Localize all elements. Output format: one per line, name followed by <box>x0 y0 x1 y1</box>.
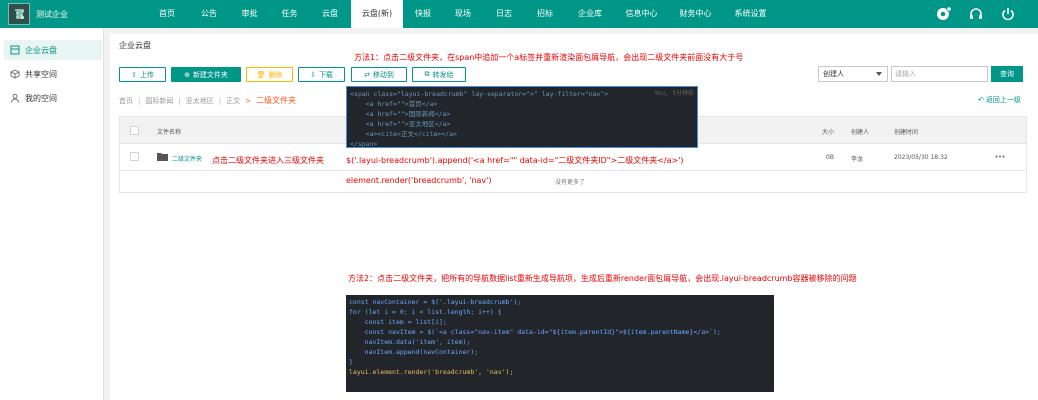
caret-down-icon <box>876 72 882 76</box>
top-navbar: 测试企业 首页 公告 审批 任务 云盘 云盘(新) 快报 现场 日志 招标 企业… <box>0 0 1038 28</box>
select-all-checkbox[interactable] <box>130 126 139 135</box>
breadcrumb-separator: | <box>138 96 141 105</box>
folder-icon <box>157 153 168 161</box>
more-options-icon[interactable] <box>995 155 1005 158</box>
breadcrumb-separator: > <box>245 96 251 105</box>
brand-logo-icon <box>8 3 30 25</box>
code-snippet-html: You, 5分钟前 <span class="layui-breadcrumb"… <box>346 86 698 148</box>
code-snippet-js: const navContainer = $('.layui-breadcrum… <box>346 295 774 392</box>
code-line: } <box>349 358 353 366</box>
sidebar: 企业云盘 共享空间 我的空间 <box>0 28 104 400</box>
method1-annotation: 方法1：点击二级文件夹，在span中追加一个a标签并重新渲染面包屑导航，会出现二… <box>354 53 744 62</box>
nav-item-log[interactable]: 日志 <box>483 0 525 28</box>
table-footer: 没有更多了 <box>119 171 1027 193</box>
back-up-link[interactable]: ↶ 返回上一级 <box>978 95 1021 105</box>
nav-item-notice[interactable]: 公告 <box>189 0 229 28</box>
nav-item-company-lib[interactable]: 企业库 <box>565 0 615 28</box>
upload-button[interactable]: ⇧ 上传 <box>119 67 166 82</box>
file-creator: 李龙 <box>851 156 864 163</box>
code-line: navItem.append(navContainer); <box>349 348 479 356</box>
sidebar-item-label: 企业云盘 <box>25 45 57 55</box>
page-title: 企业云盘 <box>119 41 151 50</box>
transfer-to-button[interactable]: ⧉ 转发给 <box>412 67 466 82</box>
trash-icon: 🗑 <box>256 71 266 79</box>
share-box-icon: ⧉ <box>424 70 430 78</box>
search-input[interactable] <box>891 66 988 82</box>
brand: 测试企业 <box>8 3 68 25</box>
power-icon[interactable] <box>998 4 1018 24</box>
header-created-time: 创建时间 <box>894 129 919 136</box>
main-nav: 首页 公告 审批 任务 云盘 云盘(新) 快报 现场 日志 招标 企业库 信息中… <box>145 0 778 28</box>
code-line: <a href="">首页</a> <box>350 100 438 108</box>
sidebar-item-label: 我的空间 <box>25 93 57 103</box>
brand-title: 测试企业 <box>36 9 68 19</box>
nav-item-task[interactable]: 任务 <box>270 0 309 28</box>
nav-item-express[interactable]: 快报 <box>403 0 443 28</box>
nav-item-info-center[interactable]: 信息中心 <box>615 0 668 28</box>
nav-item-system-settings[interactable]: 系统设置 <box>723 0 778 28</box>
cloud-drive-icon <box>10 45 20 55</box>
code-line: const item = list[i]; <box>349 318 447 326</box>
no-more-text: 没有更多了 <box>555 179 586 186</box>
method2-annotation: 方法2：点击二级文件夹，把所有的导航数据list重新生成导航项，生成后重新ren… <box>348 274 857 283</box>
creator-filter-select[interactable]: 创建人 <box>818 66 888 82</box>
new-folder-button[interactable]: ⊕ 新建文件夹 <box>171 67 241 82</box>
download-icon: ⇩ <box>310 71 316 79</box>
code-line: const navContainer = $('.layui-breadcrum… <box>349 298 522 306</box>
click-hint-annotation: 点击二级文件夹进入三级文件夹 <box>212 156 324 165</box>
gear-badge-icon[interactable] <box>934 4 954 24</box>
file-name[interactable]: 二级文件夹 <box>172 154 202 163</box>
code-line: navItem.data('item', item); <box>349 338 471 346</box>
code-line: <a><cite>正文</cite></a> <box>350 130 457 138</box>
code-line: </span> <box>350 140 378 148</box>
header-creator: 创建人 <box>851 129 870 136</box>
breadcrumb-item-current: 二级文件夹 <box>255 96 296 105</box>
code-line: for (let i = 0; i < list.length; i++) { <box>349 308 502 316</box>
sidebar-item-shared-space[interactable]: 共享空间 <box>4 64 102 84</box>
code-line: const navItem = $(`<a class="nav-item" d… <box>349 328 721 336</box>
nav-item-cloud[interactable]: 云盘 <box>309 0 351 28</box>
append-code-annotation: $('.layui-breadcrumb').append('<a href="… <box>346 156 684 165</box>
nav-item-cloud-new[interactable]: 云盘(新) <box>351 0 403 28</box>
headset-icon[interactable] <box>966 4 986 24</box>
file-created-time: 2023/05/30 18:32 <box>894 154 948 161</box>
breadcrumb: 首页 | 国际新闻 | 亚太地区 | 正文 > 二级文件夹 <box>119 95 296 106</box>
code-author-hint: You, 5分钟前 <box>654 90 694 97</box>
nav-item-site[interactable]: 现场 <box>443 0 483 28</box>
plus-circle-icon: ⊕ <box>184 71 190 79</box>
nav-item-bid[interactable]: 招标 <box>525 0 565 28</box>
sidebar-item-my-space[interactable]: 我的空间 <box>4 88 102 108</box>
file-size: 0B <box>826 154 834 161</box>
query-button[interactable]: 查询 <box>991 66 1023 82</box>
top-icon-group <box>934 4 1018 24</box>
nav-item-approval[interactable]: 审批 <box>229 0 270 28</box>
breadcrumb-item-intl-news[interactable]: 国际新闻 <box>145 96 173 106</box>
breadcrumb-item-body[interactable]: 正文 <box>226 96 240 106</box>
row-checkbox[interactable] <box>130 152 139 161</box>
delete-button[interactable]: 🗑 删除 <box>246 67 293 82</box>
code-line: <span class="layui-breadcrumb" lay-separ… <box>350 90 609 98</box>
render-code-annotation: element.render('breadcrumb', 'nav') <box>346 176 492 185</box>
nav-item-finance-center[interactable]: 财务中心 <box>668 0 723 28</box>
upload-icon: ⇧ <box>131 71 137 79</box>
breadcrumb-item-asia-pacific[interactable]: 亚太地区 <box>186 96 214 106</box>
breadcrumb-item-home[interactable]: 首页 <box>119 96 133 106</box>
header-file-name: 文件名称 <box>157 129 182 136</box>
header-size: 大小 <box>822 129 835 136</box>
undo-arrow-icon: ↶ <box>978 96 984 104</box>
move-to-button[interactable]: ⇄ 移动到 <box>351 67 407 82</box>
code-line: <a href="">亚太地区</a> <box>350 120 451 128</box>
breadcrumb-separator: | <box>178 96 181 105</box>
sidebar-item-enterprise-cloud[interactable]: 企业云盘 <box>4 40 102 60</box>
move-arrows-icon: ⇄ <box>364 71 370 79</box>
user-icon <box>10 93 20 103</box>
code-line: <a href="">国际新闻</a> <box>350 110 451 118</box>
nav-item-home[interactable]: 首页 <box>145 0 189 28</box>
download-button[interactable]: ⇩ 下载 <box>298 67 345 82</box>
code-line: layui.element.render('breadcrumb', 'nav'… <box>349 368 514 376</box>
sidebar-item-label: 共享空间 <box>25 69 57 79</box>
share-cube-icon <box>10 69 20 79</box>
breadcrumb-separator: | <box>218 96 222 105</box>
